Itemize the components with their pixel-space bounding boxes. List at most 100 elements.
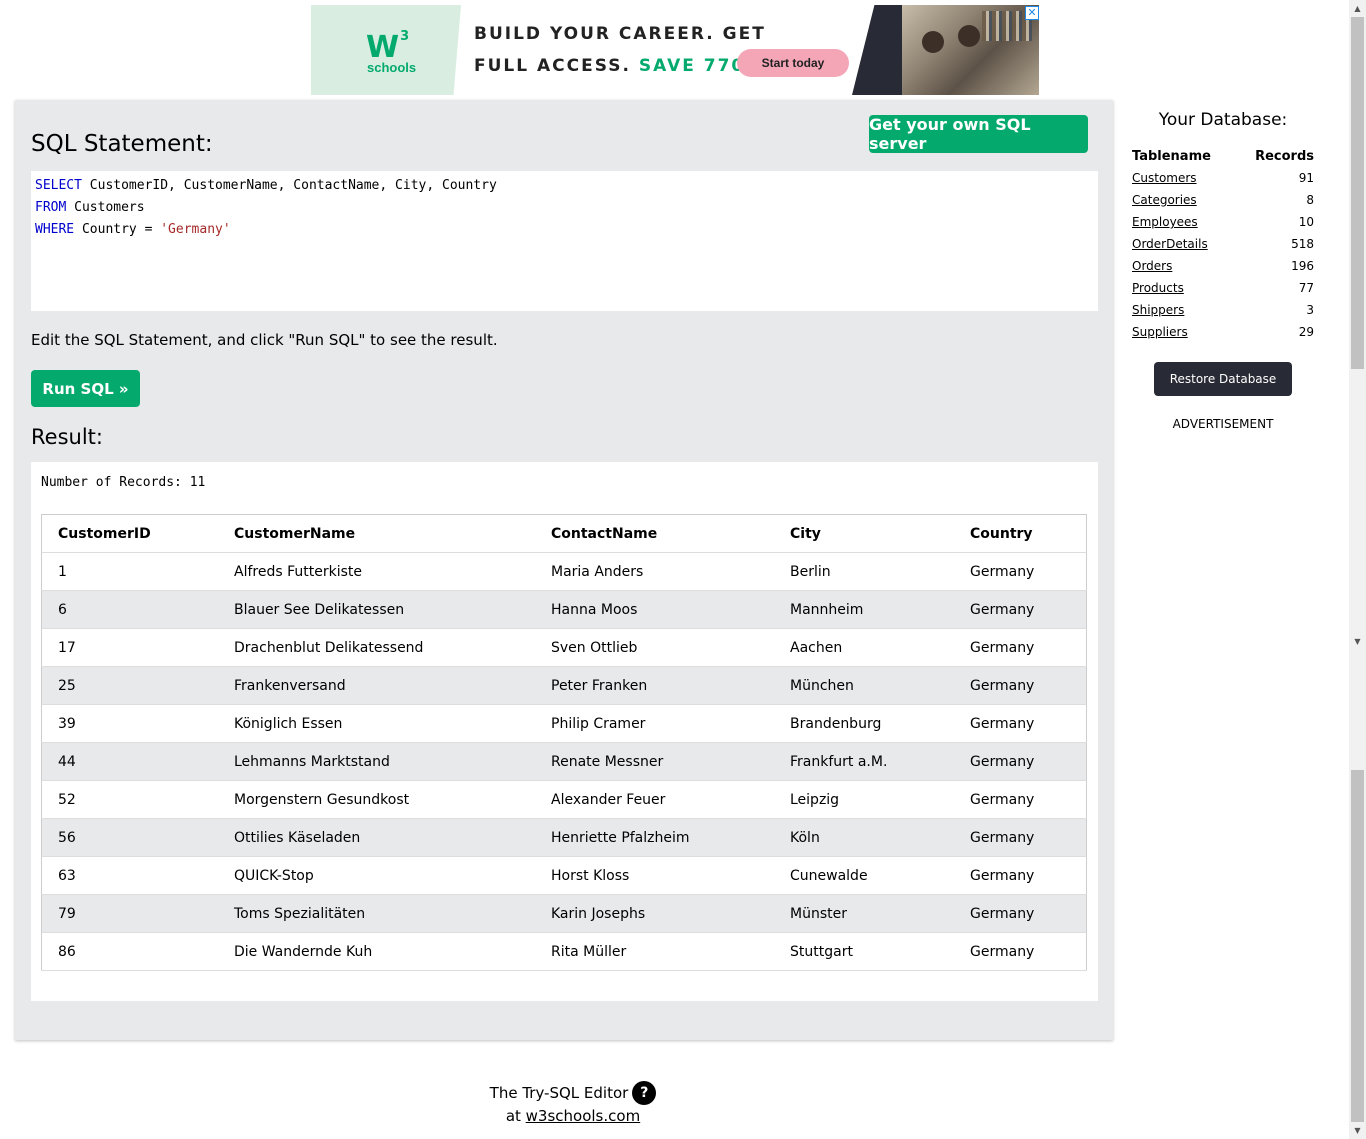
footer-title: The Try-SQL Editor xyxy=(489,1084,629,1102)
table-cell: 79 xyxy=(41,894,218,933)
table-link-orderdetails[interactable]: OrderDetails xyxy=(1132,237,1208,251)
result-table: CustomerID CustomerName ContactName City… xyxy=(41,514,1087,971)
table-row: 44 Lehmanns Marktstand Renate Messner Frank… xyxy=(41,742,1087,781)
table-cell: Aachen xyxy=(774,628,954,667)
scroll-down-arrow-icon[interactable]: ▼ xyxy=(1349,633,1366,650)
record-count-value: 8 xyxy=(1306,193,1314,207)
table-cell: 6 xyxy=(41,590,218,629)
table-cell: Rita Müller xyxy=(535,932,774,971)
table-cell: 25 xyxy=(41,666,218,705)
table-cell: Brandenburg xyxy=(774,704,954,743)
table-row: 17 Drachenblut Delikatessend Sven Ottlieb A… xyxy=(41,628,1087,667)
database-table-row: Suppliers 29 xyxy=(1132,321,1314,343)
table-cell: Ottilies Käseladen xyxy=(218,818,535,857)
table-cell: Germany xyxy=(954,780,1087,819)
table-cell: Germany xyxy=(954,932,1087,971)
record-count: Number of Records: 11 xyxy=(41,475,206,490)
ad-photo xyxy=(852,5,1039,95)
scrollbar[interactable]: ▲ ▼ ▼ xyxy=(1349,0,1366,1139)
table-row: 56 Ottilies Käseladen Henriette Pfalzheim K… xyxy=(41,818,1087,857)
table-cell: Drachenblut Delikatessend xyxy=(218,628,535,667)
record-count-value: 29 xyxy=(1298,325,1314,339)
ad-close-icon[interactable]: ✕ xyxy=(1025,6,1039,20)
get-own-sql-server-button[interactable]: Get your own SQL server xyxy=(869,115,1088,153)
database-table-row: Employees 10 xyxy=(1132,211,1314,233)
ad-headline-1: BUILD YOUR CAREER. GET xyxy=(474,24,766,44)
w3schools-link[interactable]: w3schools.com xyxy=(526,1107,641,1125)
table-row: 52 Morgenstern Gesundkost Alexander Feuer L… xyxy=(41,780,1087,819)
code-line-1: SELECT CustomerID, CustomerName, Contact… xyxy=(35,178,497,193)
table-link-orders[interactable]: Orders xyxy=(1132,259,1172,273)
table-row: 1 Alfreds Futterkiste Maria Anders Berlin Ge… xyxy=(41,552,1087,591)
table-cell: Germany xyxy=(954,818,1087,857)
column-header: ContactName xyxy=(535,514,774,553)
table-cell: Renate Messner xyxy=(535,742,774,781)
table-cell: 17 xyxy=(41,628,218,667)
table-cell: Germany xyxy=(954,628,1087,667)
table-link-customers[interactable]: Customers xyxy=(1132,171,1197,185)
table-cell: Blauer See Delikatessen xyxy=(218,590,535,629)
table-cell: Germany xyxy=(954,666,1087,705)
scroll-down-end-arrow-icon[interactable]: ▼ xyxy=(1349,1122,1366,1139)
table-link-products[interactable]: Products xyxy=(1132,281,1184,295)
ad-banner[interactable]: W3 schools BUILD YOUR CAREER. GET FULL A… xyxy=(311,5,1039,95)
database-table-row: OrderDetails 518 xyxy=(1132,233,1314,255)
table-cell: Henriette Pfalzheim xyxy=(535,818,774,857)
run-sql-button[interactable]: Run SQL » xyxy=(31,370,140,407)
table-cell: Horst Kloss xyxy=(535,856,774,895)
table-cell: 1 xyxy=(41,552,218,591)
table-cell: Cunewalde xyxy=(774,856,954,895)
table-cell: Stuttgart xyxy=(774,932,954,971)
database-table-row: Categories 8 xyxy=(1132,189,1314,211)
ad-logo-box: W3 schools xyxy=(311,5,461,95)
help-icon[interactable]: ? xyxy=(632,1081,657,1105)
table-cell: Die Wandernde Kuh xyxy=(218,932,535,971)
table-link-employees[interactable]: Employees xyxy=(1132,215,1198,229)
database-table-row: Orders 196 xyxy=(1132,255,1314,277)
table-cell: Toms Spezialitäten xyxy=(218,894,535,933)
table-link-shippers[interactable]: Shippers xyxy=(1132,303,1184,317)
footer: The Try-SQL Editor ? at w3schools.com xyxy=(458,1080,688,1125)
main-panel: SQL Statement: Get your own SQL server S… xyxy=(15,100,1113,1040)
table-cell: 39 xyxy=(41,704,218,743)
table-link-suppliers[interactable]: Suppliers xyxy=(1132,325,1188,339)
table-row: 79 Toms Spezialitäten Karin Josephs Münster… xyxy=(41,894,1087,933)
result-heading: Result: xyxy=(31,425,103,449)
table-row: 39 Königlich Essen Philip Cramer Brandenbur… xyxy=(41,704,1087,743)
table-cell: Berlin xyxy=(774,552,954,591)
table-cell: Morgenstern Gesundkost xyxy=(218,780,535,819)
table-cell: Leipzig xyxy=(774,780,954,819)
record-count-value: 91 xyxy=(1298,171,1314,185)
table-cell: Germany xyxy=(954,590,1087,629)
table-row: 86 Die Wandernde Kuh Rita Müller Stuttgart G… xyxy=(41,932,1087,971)
footer-at-text: at xyxy=(505,1107,526,1125)
sql-editor[interactable]: SELECT CustomerID, CustomerName, Contact… xyxy=(31,171,1098,311)
table-cell: München xyxy=(774,666,954,705)
scroll-up-arrow-icon[interactable]: ▲ xyxy=(1349,0,1366,17)
table-cell: Germany xyxy=(954,704,1087,743)
records-header: Records xyxy=(1255,148,1314,164)
database-table-row: Products 77 xyxy=(1132,277,1314,299)
table-cell: Germany xyxy=(954,552,1087,591)
column-header: City xyxy=(774,514,954,553)
scroll-thumb[interactable] xyxy=(1351,17,1364,369)
database-table-row: Customers 91 xyxy=(1132,167,1314,189)
table-row: 63 QUICK-Stop Horst Kloss Cunewalde Germany xyxy=(41,856,1087,895)
code-line-3: WHERE Country = 'Germany' xyxy=(35,222,231,237)
ad-logo-text: schools xyxy=(367,60,417,75)
scroll-thumb-lower[interactable] xyxy=(1351,770,1364,1122)
table-cell: Sven Ottlieb xyxy=(535,628,774,667)
table-cell: 86 xyxy=(41,932,218,971)
record-count-value: 77 xyxy=(1298,281,1314,295)
database-tables-list: Tablename Records Customers 91 Categories 8… xyxy=(1132,145,1314,343)
table-cell: Germany xyxy=(954,894,1087,933)
w3schools-logo-icon: W3 xyxy=(366,29,409,65)
code-line-2: FROM Customers xyxy=(35,200,145,215)
table-link-categories[interactable]: Categories xyxy=(1132,193,1197,207)
restore-database-button[interactable]: Restore Database xyxy=(1154,362,1292,396)
table-cell: Hanna Moos xyxy=(535,590,774,629)
ad-start-today-button[interactable]: Start today xyxy=(737,49,849,77)
instruction-text: Edit the SQL Statement, and click "Run S… xyxy=(31,331,498,349)
column-header: CustomerName xyxy=(218,514,535,553)
table-header-row: CustomerID CustomerName ContactName City… xyxy=(41,514,1087,553)
